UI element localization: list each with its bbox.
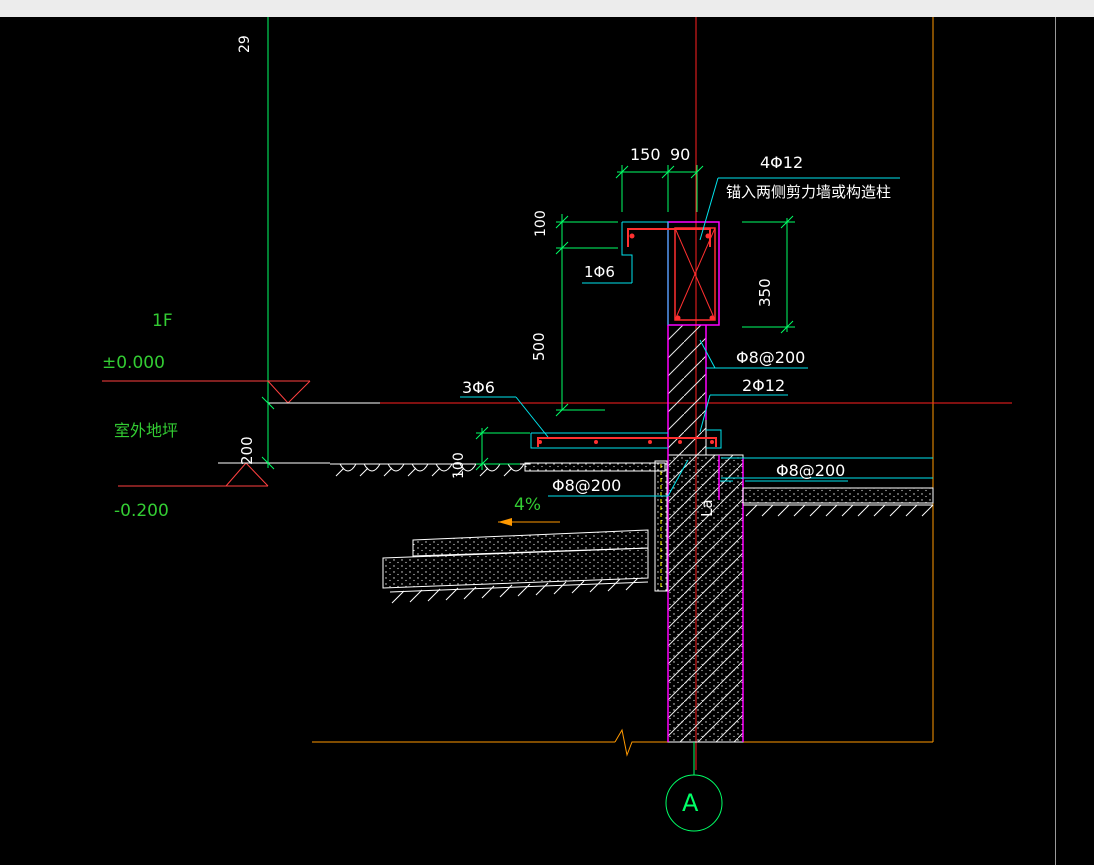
rebar-main-label: 4Φ12 (760, 153, 804, 172)
dim-29-clipped: 29 (237, 35, 253, 53)
axis-label-a: A (682, 789, 699, 817)
dimension-lines (475, 165, 795, 471)
slab-bars-label: 3Φ6 (462, 378, 495, 397)
dim-100-top: 100 (533, 210, 549, 237)
dim-90: 90 (670, 145, 691, 164)
stirrup-top-label: 1Φ6 (584, 263, 615, 281)
dim-100-bottom: 100 (451, 452, 467, 479)
level-zero-label: ±0.000 (102, 353, 165, 373)
anchor-note: 锚入两侧剪力墙或构造柱 (726, 183, 892, 201)
dim-350: 350 (756, 278, 774, 307)
dim-200: 200 (238, 436, 256, 465)
level-floor-label: 1F (152, 311, 173, 331)
ground-soil-marks (335, 463, 525, 477)
upper-wall (667, 324, 707, 456)
drawing-canvas[interactable]: 150 90 29 4Φ12 锚入两侧剪力墙或构造柱 100 1Φ6 350 5… (0, 17, 1094, 865)
anchor-len-label: La (698, 499, 716, 517)
level-minus-label: -0.200 (114, 501, 169, 521)
title-bar (0, 0, 1094, 17)
dim-500: 500 (530, 332, 548, 361)
wall-bars-label: 2Φ12 (742, 376, 786, 395)
right-panel (1055, 17, 1094, 865)
detail-drawing (102, 17, 1012, 832)
level-minus-triangle (225, 462, 269, 487)
wall-stirrup-label: Φ8@200 (736, 348, 806, 367)
slope-label: 4% (514, 495, 541, 515)
floor-buildup (742, 487, 934, 504)
level-zero-triangle (267, 380, 311, 404)
slab-dist-right-label: Φ8@200 (776, 461, 846, 480)
break-line-symbol (614, 728, 933, 757)
outdoor-ground-label: 室外地坪 (114, 421, 179, 440)
slab-outline (530, 432, 668, 449)
dim-150: 150 (630, 145, 661, 164)
slab-dist-left-label: Φ8@200 (552, 476, 622, 495)
